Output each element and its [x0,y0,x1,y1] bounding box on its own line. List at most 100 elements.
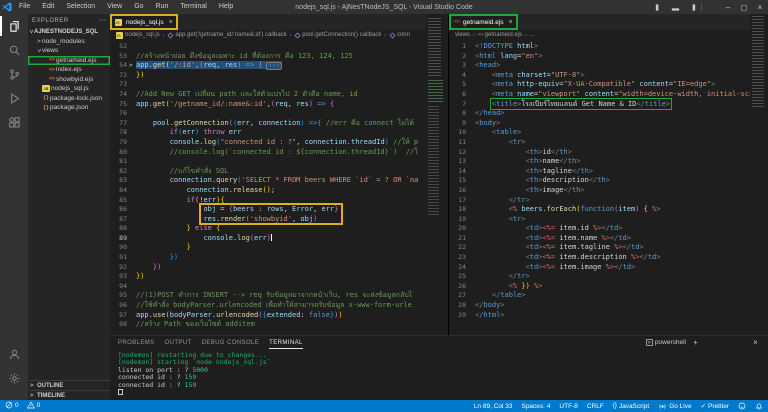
layout-sidebar-icon[interactable] [651,0,667,14]
code-text: }) [136,272,144,280]
sidebar-item-showbyid-ejs[interactable]: <>showbyid.ejs [28,75,110,85]
ejs-file-icon: <> [454,19,460,25]
close-icon[interactable]: × [509,19,513,26]
sidebar-item-views[interactable]: >views [28,46,110,56]
file-label: getnameid.ejs [56,57,96,64]
sidebar-item-index-ejs[interactable]: <>index.ejs [28,65,110,75]
status-warnings[interactable]: 0 [27,401,41,409]
code-editor-right[interactable]: 1<!DOCTYPE html>2<html lang="en">3<head>… [449,40,768,335]
account-icon[interactable] [0,342,28,366]
breadcrumb-item[interactable]: … [530,32,536,38]
status-language-mode[interactable]: {}JavaScript [613,403,649,410]
run-debug-icon[interactable] [0,86,28,110]
status-eol[interactable]: CRLF [587,403,604,410]
code-line: 7 <title>โรงเบียร์ไทยแลนด์ Get Name & ID… [449,100,768,110]
layout-panel-icon[interactable] [667,0,683,14]
tab-nodejs-sql-js[interactable]: JSnodejs_sql.js× [110,14,178,30]
menu-edit[interactable]: Edit [37,0,59,14]
folded-region-ellipsis[interactable]: ··· [266,62,283,70]
menu-terminal[interactable]: Terminal [175,0,211,14]
sidebar-section-timeline[interactable]: >TIMELINE [28,390,110,400]
sidebar-item-node-modules[interactable]: >node_modules [28,37,110,47]
status-go-live[interactable]: Go Live [658,402,691,411]
sidebar-item-package-json[interactable]: {}package.json [28,103,110,113]
sidebar-item-getnameid-ejs[interactable]: <>getnameid.ejs [28,56,110,66]
line-number: 86 [110,205,127,215]
explorer-icon[interactable] [0,14,28,38]
breadcrumb-right[interactable]: views›<>getnameid.ejs›… [449,30,768,40]
line-number: 11 [449,138,466,148]
ejs-file-icon: <> [48,67,56,73]
breadcrumb-item[interactable]: pool.getConnection() callback [294,32,381,39]
maximize-panel-button[interactable] [739,337,748,348]
breadcrumb-item[interactable]: app.get('/getname_id/:name&:id') callbac… [167,32,286,39]
code-line: 4 <meta charset="UTF-8"> [449,71,768,81]
sidebar-item-nodejs-sql-js[interactable]: JSnodejs_sql.js [28,84,110,94]
status-label: Prettier [708,403,729,410]
panel-tab-output[interactable]: OUTPUT [165,336,192,349]
minimap-right[interactable] [750,14,768,335]
status-notifications[interactable] [755,402,763,410]
breadcrumb-left[interactable]: JSnodejs_sql.js›app.get('/getname_id/:na… [110,30,448,40]
shell-dropdown-button[interactable] [703,337,712,348]
close-button[interactable]: × [752,0,768,14]
code-text: pool.getConnection((err, connection) =>{… [136,119,414,127]
status-feedback[interactable] [738,402,746,410]
status-prettier[interactable]: ✓Prettier [701,402,729,410]
explorer-more-actions-icon[interactable]: ··· [99,17,106,24]
symbol-method-icon [389,32,396,39]
line-number: 21 [449,234,466,244]
terminal-line: connected id : ? 159 [118,382,768,389]
close-icon[interactable]: × [169,19,173,26]
menu-file[interactable]: File [14,0,35,14]
split-terminal-button[interactable] [715,337,724,348]
sidebar-section-outline[interactable]: >OUTLINE [28,380,110,390]
breadcrumb-item[interactable]: JSnodejs_sql.js [116,32,160,39]
indent [475,100,492,108]
status-cursor-position[interactable]: Ln 89, Col 33 [474,403,513,410]
search-icon[interactable] [0,38,28,62]
panel-tab-terminal[interactable]: TERMINAL [269,336,303,349]
breadcrumb-item[interactable]: <>getnameid.ejs [478,32,522,38]
breadcrumb-label: app.get('/getname_id/:name&:id') callbac… [175,32,286,38]
menu-run[interactable]: Run [151,0,174,14]
menu-go[interactable]: Go [129,0,148,14]
status-indentation[interactable]: Spaces: 4 [521,403,550,410]
line-number: 29 [449,311,466,321]
customize-layout-icon[interactable] [704,0,720,14]
fold-chevron-icon[interactable]: > [129,61,133,71]
run-icon[interactable] [401,16,411,28]
file-label: node_modules [42,38,85,45]
extensions-icon[interactable] [0,110,28,134]
terminal-cursor [118,389,123,396]
close-panel-button[interactable]: × [751,337,760,348]
layout-secondary-icon[interactable] [683,0,699,14]
tab-getnameid-ejs[interactable]: <>getnameid.ejs× [449,14,518,30]
shell-selector[interactable]: > powershell [646,339,686,346]
breadcrumb-item[interactable]: conn [389,32,410,39]
explorer-root-folder[interactable]: > AJNESTNODEJS_SQL [28,27,110,37]
status-errors[interactable]: 0 [5,401,19,409]
settings-gear-icon[interactable] [0,366,28,390]
explorer-title: EXPLORER [32,18,69,24]
code-editor-left[interactable]: 5253//สร้างหน้าย่อย ดึงข้อมูลเฉพาะ id ที… [110,40,448,335]
minimap-left[interactable] [426,14,448,335]
menu-view[interactable]: View [102,0,127,14]
status-encoding[interactable]: UTF-8 [559,403,577,410]
code-line: 13 <th>name</th> [449,157,768,167]
line-number: 3 [449,61,466,71]
new-terminal-button[interactable]: + [691,337,700,348]
breadcrumb-item[interactable]: views [455,32,470,38]
source-control-icon[interactable] [0,62,28,86]
terminal-output[interactable]: [nodemon] restarting due to changes...[n… [118,352,768,400]
sidebar-item-package-lock-json[interactable]: {}package-lock.json [28,94,110,104]
menu-help[interactable]: Help [214,0,238,14]
file-label: views [42,47,58,54]
menu-selection[interactable]: Selection [61,0,100,14]
minimize-button[interactable]: – [720,0,736,14]
panel-tab-problems[interactable]: PROBLEMS [118,336,155,349]
maximize-button[interactable]: ◻ [736,0,752,14]
kill-terminal-button[interactable] [727,337,736,348]
chevron-icon: > [28,29,35,35]
panel-tab-debug-console[interactable]: DEBUG CONSOLE [202,336,260,349]
